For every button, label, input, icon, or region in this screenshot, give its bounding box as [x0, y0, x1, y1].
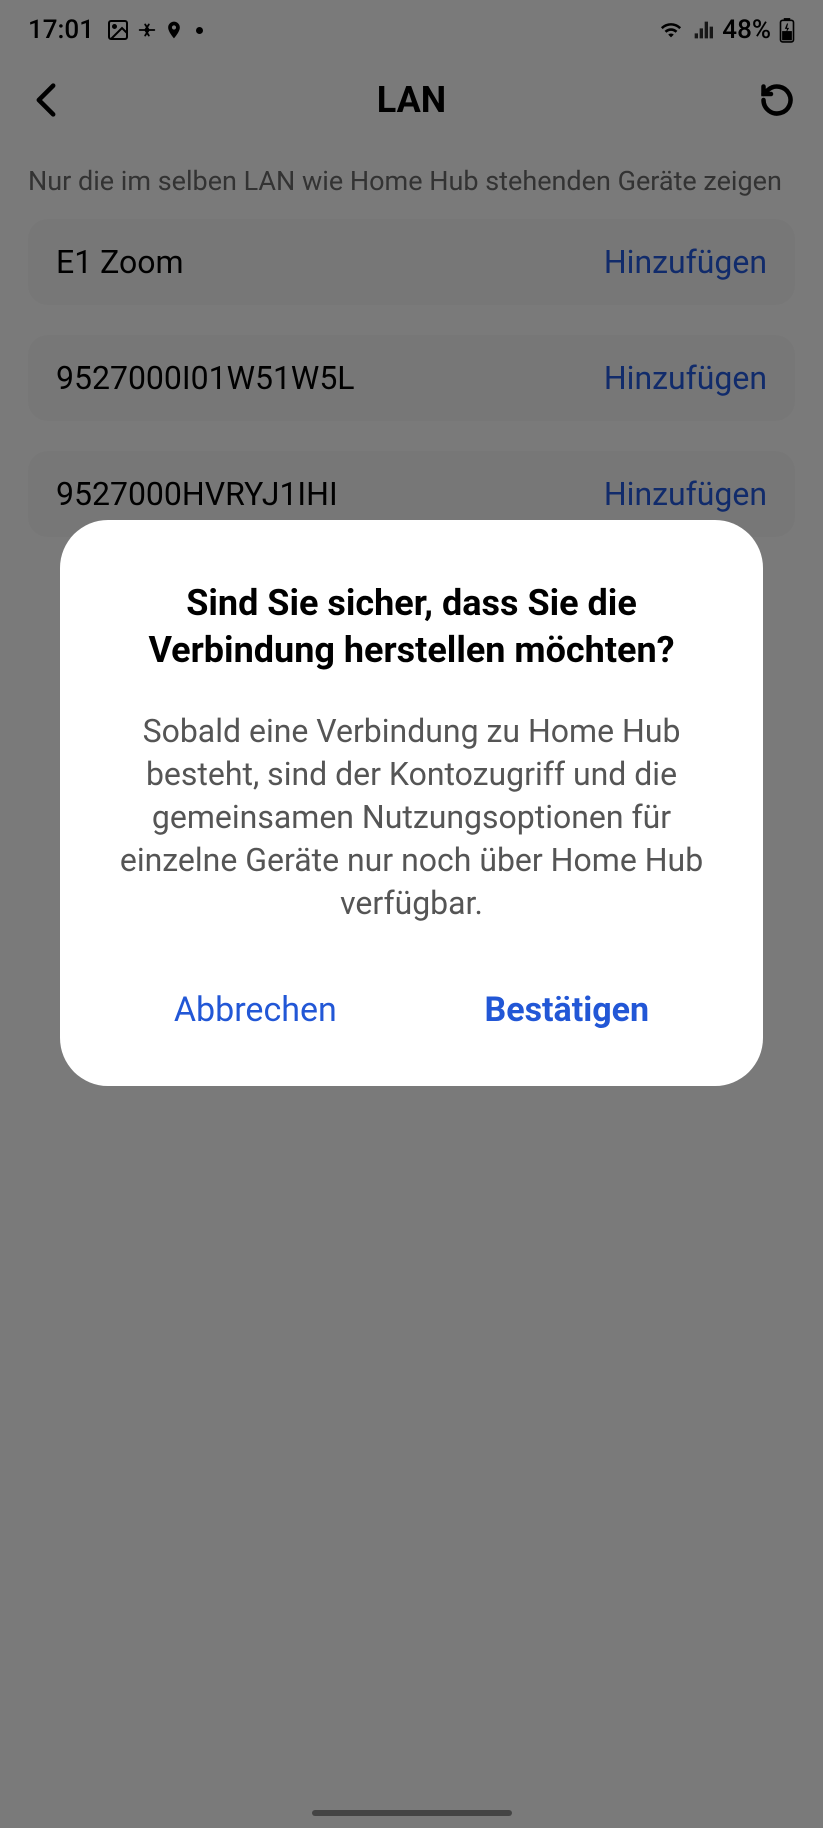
dialog-body: Sobald eine Verbindung zu Home Hub beste…	[100, 710, 723, 926]
cancel-button[interactable]: Abbrechen	[158, 982, 353, 1038]
dialog-actions: Abbrechen Bestätigen	[100, 982, 723, 1038]
confirm-dialog: Sind Sie sicher, dass Sie die Verbindung…	[60, 520, 763, 1086]
confirm-button[interactable]: Bestätigen	[469, 982, 666, 1038]
dialog-title: Sind Sie sicher, dass Sie die Verbindung…	[100, 580, 723, 674]
